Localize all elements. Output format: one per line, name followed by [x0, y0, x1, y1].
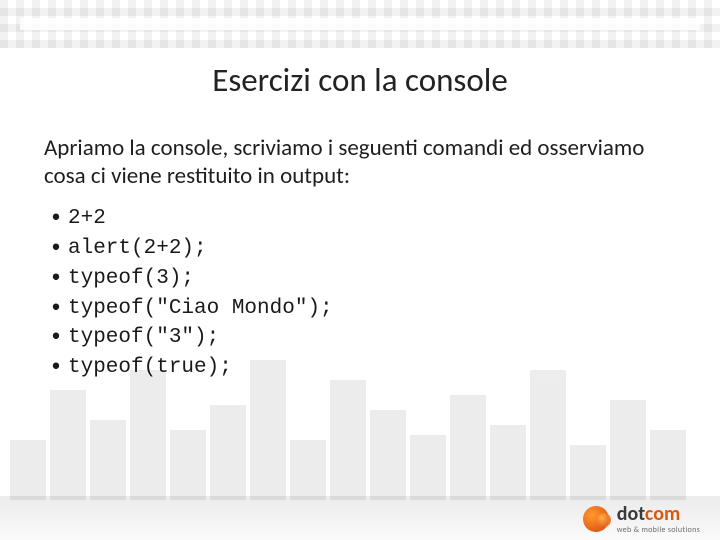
slide-intro: Apriamo la console, scriviamo i seguenti…: [44, 134, 676, 190]
brand-logo: dotcom web & mobile solutions: [583, 504, 700, 534]
list-item: 2+2: [44, 204, 676, 234]
logo-mark-icon: [583, 506, 609, 532]
logo-tagline: web & mobile solutions: [617, 526, 700, 534]
list-item: typeof(3);: [44, 264, 676, 294]
list-item: alert(2+2);: [44, 234, 676, 264]
list-item: typeof("Ciao Mondo");: [44, 294, 676, 324]
logo-wordmark: dotcom: [617, 504, 700, 524]
logo-prefix: dot: [617, 502, 645, 526]
list-item: typeof(true);: [44, 353, 676, 383]
logo-accent: com: [645, 502, 680, 526]
list-item: typeof("3");: [44, 323, 676, 353]
slide-content: Esercizi con la console Apriamo la conso…: [0, 0, 720, 383]
slide-title: Esercizi con la console: [44, 60, 676, 100]
code-list: 2+2 alert(2+2); typeof(3); typeof("Ciao …: [44, 204, 676, 383]
